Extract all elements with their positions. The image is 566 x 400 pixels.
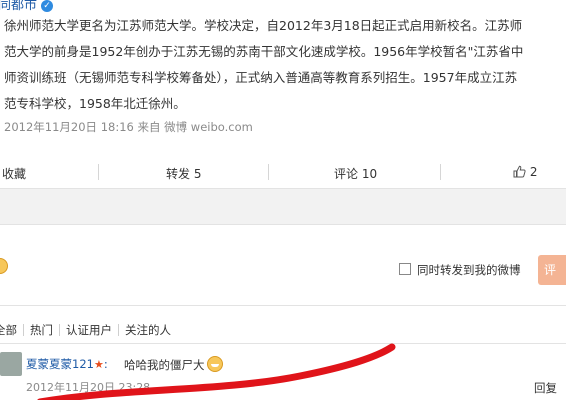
- scribble-stroke: [37, 343, 396, 400]
- red-scribble-annotation: [37, 343, 396, 400]
